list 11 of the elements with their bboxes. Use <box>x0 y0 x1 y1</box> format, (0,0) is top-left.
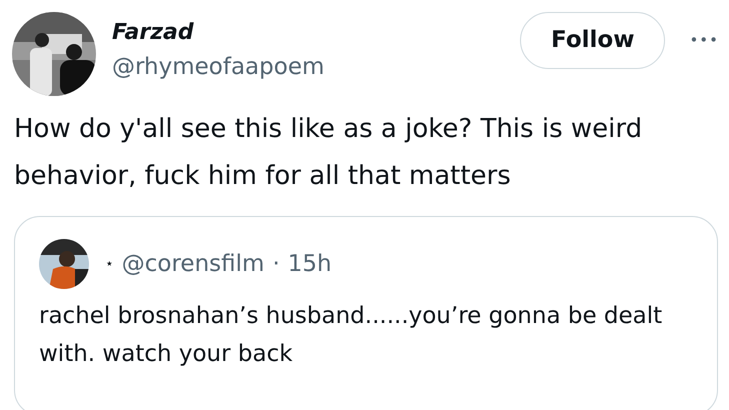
tweet-text: How do y'all see this like as a joke? This is weird behavior, fuck him for all that matters <box>13 113 644 193</box>
follow-button[interactable]: Follow <box>520 12 666 68</box>
more-button[interactable]: ••• <box>689 29 719 52</box>
separator: · <box>272 250 280 279</box>
display-name: ⋆ <box>105 254 114 274</box>
author-name: Farzad <box>112 20 195 46</box>
timestamp: 15h <box>288 250 332 279</box>
quoted-tweet-text: rachel brosnahan’s husband......you’re gonna be dealt with. watch your back <box>39 302 664 369</box>
author-handle: @rhymeofaapoem <box>112 54 324 82</box>
quoted-tweet-card[interactable]: ⋆ @corensfilm · 15h rachel brosnahan’s husband......you’re gonna be dealt with. watch your back <box>14 216 718 410</box>
quoted-handle: @corensfilm <box>122 250 264 279</box>
